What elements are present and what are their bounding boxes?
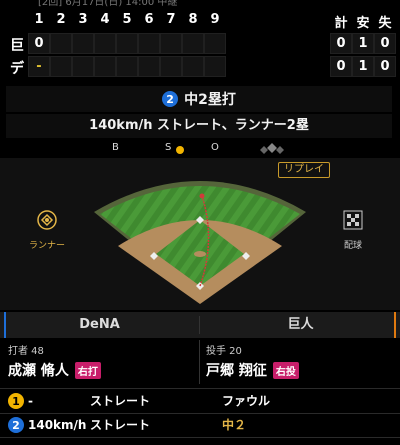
inning-cell [50, 56, 72, 77]
baseball-field [90, 158, 310, 310]
hits-header: 安 [356, 16, 370, 31]
hits-total: 1 [352, 56, 374, 77]
batter-role: 打者 48 [8, 346, 44, 357]
out-count-label: O [211, 142, 219, 153]
inning-cell [72, 33, 94, 54]
play-result: 中2塁打 [184, 92, 236, 108]
inning-cell [116, 33, 138, 54]
divider [0, 388, 400, 389]
inning-cell [94, 33, 116, 54]
team-abbr: 巨 [10, 38, 24, 54]
errors-header: 失 [378, 16, 392, 31]
strike-indicator [176, 146, 184, 154]
inning-2-label: 2 [56, 12, 66, 27]
pitch-row[interactable]: 1 - ストレート ファウル [0, 390, 400, 412]
batter-hand-badge: 右打 [74, 361, 101, 379]
replay-button[interactable]: リプレイ [278, 162, 330, 178]
inning-cell [116, 56, 138, 77]
strike-count-label: S [165, 142, 172, 153]
pitch-number-badge: 2 [8, 417, 24, 433]
pitch-grid-icon [343, 210, 363, 230]
scoreboard: 1 2 3 4 5 6 7 8 9 計 安 失 巨 0 0 1 0 デ - 0 … [0, 10, 400, 80]
pitch-speed: - [28, 394, 33, 408]
inning-cell: - [28, 56, 50, 77]
inning-3-label: 3 [78, 12, 88, 27]
inning-cell [204, 56, 226, 77]
inning-1-label: 1 [34, 12, 44, 27]
inning-cell [160, 33, 182, 54]
runs-header: 計 [334, 16, 348, 31]
inning-5-label: 5 [122, 12, 132, 27]
pitch-type: ストレート [90, 418, 151, 432]
hits-total: 1 [352, 33, 374, 54]
inning-cell [94, 56, 116, 77]
inning-cell [160, 56, 182, 77]
play-description: 140km/h ストレート、ランナー2塁 [6, 114, 392, 138]
player-divider [199, 340, 200, 384]
pitch-speed: 140km/h [28, 418, 87, 432]
inning-cell [182, 56, 204, 77]
runner-label: ランナー [28, 241, 65, 251]
inning-cell [138, 33, 160, 54]
inning-cell: 0 [28, 33, 50, 54]
errors-total: 0 [374, 33, 396, 54]
pitcher-role: 投手 20 [206, 346, 242, 357]
header-status: [2回] 6月17日(日) 14:00 中継 [38, 0, 178, 8]
play-number-badge: 2 [162, 91, 179, 107]
divider [0, 437, 400, 438]
inning-7-label: 7 [166, 12, 176, 27]
pitch-type: ストレート [90, 394, 151, 408]
inning-9-label: 9 [210, 12, 220, 27]
pitch-grid-label: 配球 [343, 241, 362, 251]
right-team-stripe [394, 312, 396, 338]
runs-total: 0 [330, 33, 352, 54]
pitch-result: ファウル [222, 394, 271, 408]
ball-count-label: B [112, 142, 119, 153]
scoreboard-row-home: デ - 0 1 0 [0, 56, 400, 78]
pitcher-name[interactable]: 戸郷 翔征 [206, 360, 267, 380]
inning-6-label: 6 [144, 12, 154, 27]
team-tabs: DeNA 巨人 [0, 312, 400, 338]
scoreboard-row-away: 巨 0 0 1 0 [0, 33, 400, 55]
inning-cell [72, 56, 94, 77]
bases-mini-icon [260, 143, 284, 154]
team-tab-divider [199, 316, 200, 334]
runner-diamond-icon [37, 210, 57, 230]
inning-cell [204, 33, 226, 54]
inning-4-label: 4 [100, 12, 110, 27]
team-abbr: デ [10, 61, 24, 77]
pitch-grid-button[interactable]: 配球 [328, 210, 378, 251]
pitcher-info: 投手 20 戸郷 翔征 右投 [206, 342, 396, 384]
pitch-number-badge: 1 [8, 393, 24, 409]
runs-total: 0 [330, 56, 352, 77]
inning-cell [50, 33, 72, 54]
runner-button[interactable]: ランナー [22, 210, 72, 251]
pitch-row[interactable]: 2 140km/h ストレート 中２ [0, 414, 400, 436]
scoreboard-header: 1 2 3 4 5 6 7 8 9 計 安 失 [0, 12, 400, 31]
inning-cell [182, 33, 204, 54]
tab-away-team[interactable]: DeNA [0, 312, 199, 338]
tab-home-team[interactable]: 巨人 [201, 312, 400, 338]
inning-8-label: 8 [188, 12, 198, 27]
play-title: 2 中2塁打 [6, 86, 392, 112]
pitch-result: 中２ [222, 418, 247, 432]
errors-total: 0 [374, 56, 396, 77]
batter-info: 打者 48 成瀬 脩人 右打 [8, 342, 198, 384]
inning-cell [138, 56, 160, 77]
batter-name[interactable]: 成瀬 脩人 [8, 360, 69, 380]
pitcher-hand-badge: 右投 [272, 361, 299, 379]
